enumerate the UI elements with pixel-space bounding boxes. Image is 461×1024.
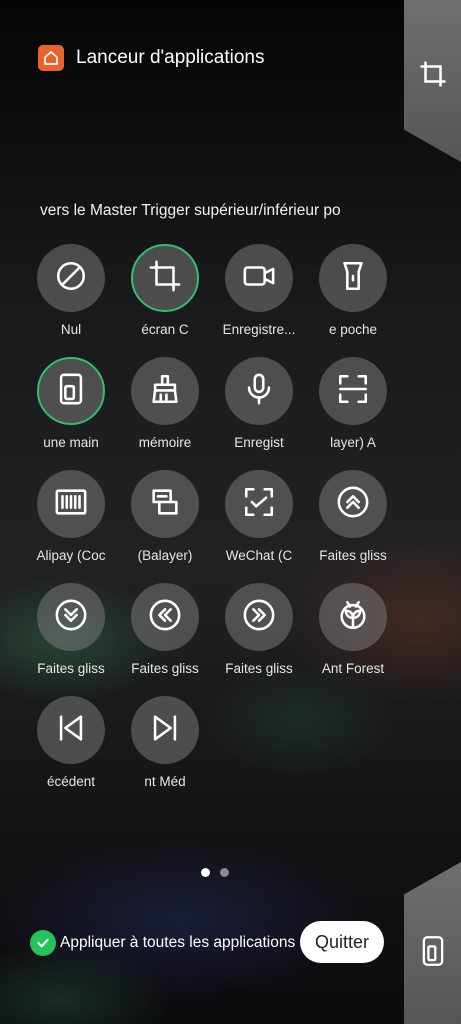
broom-clean-icon — [148, 372, 182, 411]
shortcut-button[interactable] — [319, 244, 387, 312]
shortcut-button[interactable] — [37, 470, 105, 538]
shortcut-item[interactable]: écran C — [118, 244, 212, 337]
shortcut-label: mémoire — [138, 435, 192, 450]
microphone-icon — [242, 372, 276, 411]
double-chevron-right-icon — [242, 598, 276, 637]
shortcut-item[interactable]: WeChat (C — [212, 470, 306, 563]
apply-all-label: Appliquer à toutes les applications — [60, 934, 296, 951]
shortcut-item[interactable]: e poche — [306, 244, 400, 337]
shortcut-button[interactable] — [37, 244, 105, 312]
shortcut-button[interactable] — [37, 696, 105, 764]
shortcut-item[interactable]: nt Méd — [118, 696, 212, 789]
shortcut-label: e poche — [328, 322, 378, 337]
shortcut-label: nt Méd — [144, 774, 186, 789]
shortcut-button[interactable] — [37, 357, 105, 425]
shortcut-button[interactable] — [225, 470, 293, 538]
shortcut-label: une main — [43, 435, 99, 450]
shortcut-button[interactable] — [131, 244, 199, 312]
quit-button[interactable]: Quitter — [300, 921, 384, 963]
shortcut-label: écran C — [141, 322, 189, 337]
flashlight-icon — [336, 259, 370, 298]
shortcut-item[interactable]: Alipay (Coc — [24, 470, 118, 563]
shortcut-item[interactable]: Enregist — [212, 357, 306, 450]
shortcut-button[interactable] — [225, 583, 293, 651]
shortcut-label: WeChat (C — [225, 548, 293, 563]
header: Lanceur d'applications — [38, 45, 264, 71]
shortcut-label: Faites gliss — [37, 661, 105, 676]
apply-all-checkbox[interactable]: Appliquer à toutes les applications — [30, 930, 295, 956]
shortcut-item[interactable]: Ant Forest — [306, 583, 400, 676]
shortcut-item[interactable]: (Balayer) — [118, 470, 212, 563]
shortcut-button[interactable] — [131, 357, 199, 425]
shortcut-label: Nul — [60, 322, 82, 337]
page-dot-1[interactable] — [201, 868, 210, 877]
shortcut-label: (Balayer) — [137, 548, 193, 563]
video-camera-icon — [242, 259, 276, 298]
card-scan-icon — [148, 485, 182, 524]
scan-icon — [336, 372, 370, 411]
shortcut-item[interactable]: Faites gliss — [118, 583, 212, 676]
shortcut-button[interactable] — [131, 696, 199, 764]
sprout-icon — [336, 598, 370, 637]
crop-icon — [148, 259, 182, 298]
double-chevron-down-icon — [54, 598, 88, 637]
double-chevron-up-icon — [336, 485, 370, 524]
shortcut-label: Alipay (Coc — [36, 548, 106, 563]
shortcut-button[interactable] — [319, 583, 387, 651]
shortcut-button[interactable] — [319, 357, 387, 425]
shortcut-button[interactable] — [319, 470, 387, 538]
shortcut-label: Enregist — [234, 435, 284, 450]
marquee-text: vers le Master Trigger supérieur/inférie… — [40, 202, 341, 219]
shortcut-label: Faites gliss — [225, 661, 293, 676]
page-dot-2[interactable] — [220, 868, 229, 877]
shortcut-button[interactable] — [225, 357, 293, 425]
double-chevron-left-icon — [148, 598, 182, 637]
checkmark-icon — [30, 930, 56, 956]
shortcut-item[interactable]: Faites gliss — [24, 583, 118, 676]
shortcut-label: Faites gliss — [319, 548, 387, 563]
shortcut-label: Faites gliss — [131, 661, 199, 676]
barcode-icon — [54, 485, 88, 524]
shortcut-item[interactable]: écédent — [24, 696, 118, 789]
shortcut-button[interactable] — [131, 583, 199, 651]
shortcut-label: écédent — [46, 774, 96, 789]
shortcut-item[interactable]: mémoire — [118, 357, 212, 450]
shortcut-button[interactable] — [37, 583, 105, 651]
shortcut-item[interactable]: Faites gliss — [212, 583, 306, 676]
crop-icon — [418, 59, 448, 94]
shortcut-label: layer) A — [330, 435, 376, 450]
shortcut-item[interactable]: Enregistre... — [212, 244, 306, 337]
marquee-hint: vers le Master Trigger supérieur/inférie… — [0, 202, 400, 220]
home-icon — [38, 45, 64, 71]
page-title: Lanceur d'applications — [76, 47, 265, 68]
wechat-scan-icon — [242, 485, 276, 524]
page-indicator — [201, 868, 229, 877]
shortcut-item[interactable]: une main — [24, 357, 118, 450]
side-tab-bottom[interactable] — [404, 862, 461, 1024]
shortcut-item[interactable]: Faites gliss — [306, 470, 400, 563]
skip-previous-icon — [54, 711, 88, 750]
one-hand-mode-icon — [54, 372, 88, 411]
side-tab-top[interactable] — [404, 0, 461, 162]
phone-icon — [421, 935, 445, 972]
shortcut-item[interactable]: Nul — [24, 244, 118, 337]
shortcut-label: Enregistre... — [222, 322, 296, 337]
no-symbol-icon — [54, 259, 88, 298]
skip-next-icon — [148, 711, 182, 750]
shortcut-button[interactable] — [131, 470, 199, 538]
shortcut-label: Ant Forest — [321, 661, 385, 676]
shortcut-button[interactable] — [225, 244, 293, 312]
shortcut-item[interactable]: layer) A — [306, 357, 400, 450]
